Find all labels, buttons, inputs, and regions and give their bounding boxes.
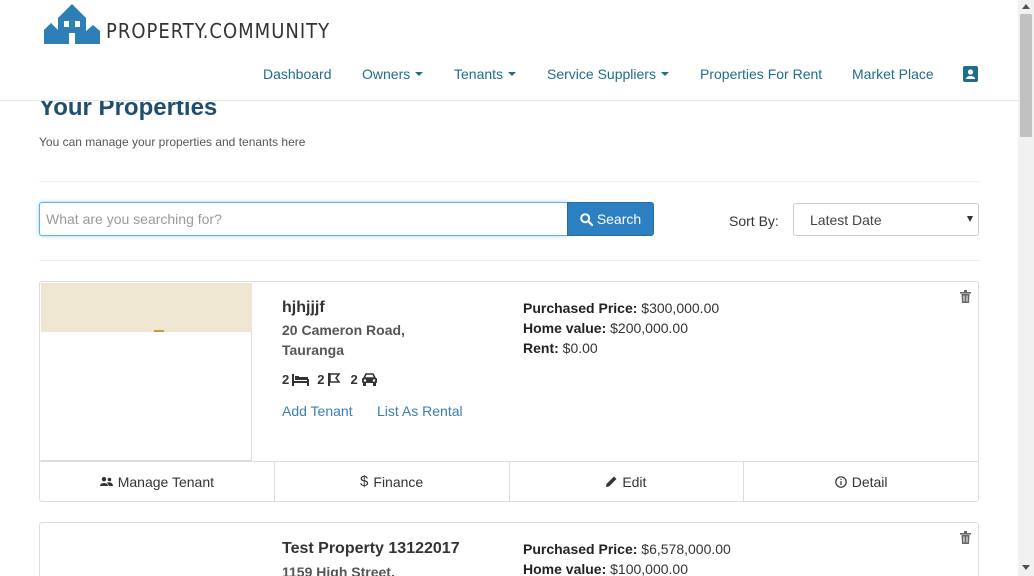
bed-icon (292, 373, 310, 386)
nav-service-suppliers[interactable]: Service Suppliers (547, 66, 669, 82)
site-logo[interactable]: PROPERTY.COMMUNITY (42, 4, 330, 44)
home-value: Home value: $200,000.00 (523, 320, 688, 336)
property-card: hjhjjjf 20 Cameron Road, Tauranga 2 2 2 … (39, 281, 979, 502)
search-icon (580, 212, 593, 226)
dollar-icon: $ (360, 473, 369, 490)
page-subtitle: You can manage your properties and tenan… (39, 135, 306, 149)
sort-selected-value: Latest Date (810, 211, 882, 228)
nav-tenants[interactable]: Tenants (454, 66, 517, 82)
scroll-down-arrow-icon[interactable] (1022, 565, 1030, 570)
search-button-label: Search (596, 211, 642, 227)
detail-button[interactable]: Detail (744, 462, 978, 501)
car-icon (361, 373, 377, 386)
dropdown-arrow-icon (967, 216, 973, 222)
nav-owners[interactable]: Owners (362, 66, 424, 82)
property-image[interactable] (41, 283, 252, 461)
nav-properties-for-rent[interactable]: Properties For Rent (700, 66, 822, 82)
nav-market-place[interactable]: Market Place (852, 66, 934, 82)
search-button[interactable]: Search (567, 202, 654, 236)
trash-icon (960, 290, 971, 303)
add-tenant-link[interactable]: Add Tenant (282, 403, 353, 419)
home-value: Home value: $100,000.00 (523, 561, 688, 576)
edit-button[interactable]: Edit (510, 462, 745, 501)
property-features: 2 2 2 (282, 372, 386, 387)
top-header: PROPERTY.COMMUNITY Dashboard Owners Tena… (0, 0, 1018, 101)
finance-button[interactable]: $ Finance (275, 462, 510, 501)
scroll-up-arrow-icon[interactable] (1022, 4, 1030, 9)
people-icon (99, 477, 113, 486)
scroll-thumb[interactable] (1020, 14, 1032, 137)
sort-label: Sort By: (729, 213, 779, 229)
vertical-scrollbar[interactable] (1018, 0, 1034, 576)
caret-down-icon (508, 72, 517, 77)
list-as-rental-link[interactable]: List As Rental (377, 403, 463, 419)
property-address-line1: 20 Cameron Road, (282, 322, 405, 338)
property-card: Test Property 13122017 1159 High Street,… (39, 522, 979, 576)
bedrooms: 2 (282, 372, 310, 387)
property-actions: Manage Tenant $ Finance Edit Detail (40, 461, 978, 501)
property-name: Test Property 13122017 (282, 540, 460, 557)
property-name: hjhjjjf (282, 299, 325, 316)
rent: Rent: $0.00 (523, 340, 598, 356)
pencil-icon (606, 476, 617, 487)
profile-button[interactable] (963, 66, 978, 87)
divider (39, 260, 979, 261)
bathrooms: 2 (317, 372, 342, 387)
caret-down-icon (415, 72, 424, 77)
delete-property-button[interactable] (960, 290, 971, 308)
house-logo-icon (44, 4, 100, 44)
parking: 2 (350, 372, 377, 387)
property-address-line1: 1159 High Street, (282, 564, 395, 576)
nav-dashboard[interactable]: Dashboard (263, 66, 332, 82)
delete-property-button[interactable] (960, 531, 971, 549)
caret-down-icon (660, 72, 669, 77)
manage-tenant-button[interactable]: Manage Tenant (40, 462, 275, 501)
purchased-price: Purchased Price: $300,000.00 (523, 300, 720, 316)
logo-text: PROPERTY.COMMUNITY (106, 19, 331, 43)
search-input[interactable] (39, 202, 568, 236)
main-nav: Dashboard Owners Tenants Service Supplie… (0, 66, 1018, 86)
info-icon (834, 475, 847, 488)
sort-select[interactable]: Latest Date (793, 203, 979, 236)
contact-card-icon (963, 66, 978, 82)
trash-icon (960, 531, 971, 544)
purchased-price: Purchased Price: $6,578,000.00 (523, 541, 731, 557)
property-address-line2: Tauranga (282, 342, 344, 358)
bath-icon (328, 373, 341, 386)
divider (39, 181, 979, 182)
